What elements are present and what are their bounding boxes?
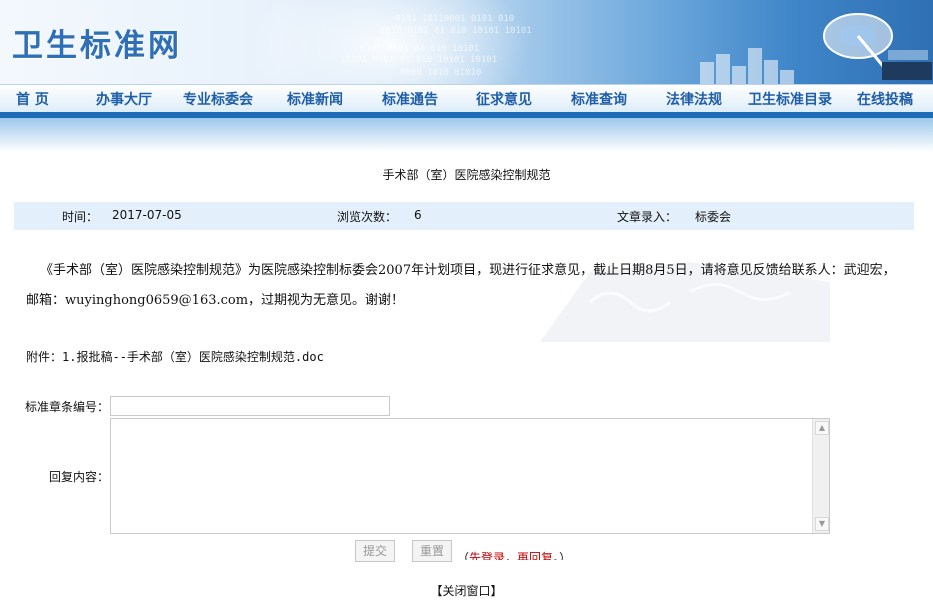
header-banner: 0101 10110001 0101 010 1010 0101 01 010 … [0,0,933,84]
submit-button[interactable]: 提交 [355,540,395,562]
banner-digits: 1010 0101 01 010 10101 10101 [380,26,532,36]
nav-item-submit[interactable]: 在线投稿 [857,89,913,109]
attachment: 附件：1.报批稿--手术部（室）医院感染控制规范.doc [26,348,324,365]
author-value: 标委会 [695,210,732,224]
satellite-dish-icon [823,13,932,80]
main-nav: 首 页 办事大厅 专业标委会 标准新闻 标准通告 征求意见 标准查询 法律法规 … [0,84,933,113]
close-window-link[interactable]: 【关闭窗口】 [0,582,933,599]
article-title: 手术部（室）医院感染控制规范 [382,168,551,182]
time-value: 2017-07-05 [112,208,182,222]
article-meta: 时间： 2017-07-05 浏览次数： 6 文章录入： 标委会 [14,202,914,230]
hint-sep: ， [505,551,518,560]
nav-item-committees[interactable]: 专业标委会 [183,89,253,109]
hint-open: （ [457,551,470,560]
banner-digits: 10101 0101 01 010 10101 10101 [340,55,498,65]
article-body: 《手术部（室）医院感染控制规范》为医院感染控制标委会2007年计划项目，现进行征… [26,263,896,308]
banner-digits: 0000 1010 01010 [400,68,482,78]
login-link[interactable]: 先登录 [469,551,505,560]
clause-number-label: 标准章条编号： [25,400,110,414]
nav-item-news[interactable]: 标准新闻 [287,89,343,109]
banner-digits: 0101 10110001 0101 010 [395,14,515,24]
nav-item-services[interactable]: 办事大厅 [96,89,152,109]
attachment-label: 附件： [26,350,63,364]
textarea-scrollbar[interactable]: ▲ ▼ [812,419,829,533]
skyline-building [700,62,714,84]
time-label: 时间： [62,210,99,224]
reply-content-textarea[interactable]: ▲ ▼ [110,418,830,534]
nav-item-search[interactable]: 标准查询 [571,89,627,109]
skyline-building [716,54,730,84]
nav-item-home[interactable]: 首 页 [16,89,49,109]
scroll-down-icon[interactable]: ▼ [815,517,829,531]
banner-digits: 0101 0101 01 010 10101 [360,44,480,54]
attachment-link[interactable]: 1.报批稿--手术部（室）医院感染控制规范.doc [62,350,324,364]
skyline-building [780,70,794,84]
reset-button[interactable]: 重置 [412,540,452,562]
clause-number-input[interactable] [110,396,390,416]
views-value: 6 [414,208,422,222]
skyline-building [748,48,762,84]
reply-link[interactable]: 再回复 [517,551,553,560]
gradient-band [0,118,933,152]
login-hint: （先登录，再回复。） [457,549,587,560]
views-label: 浏览次数： [337,210,398,224]
reply-content-label: 回复内容： [49,470,110,484]
nav-item-comments[interactable]: 征求意见 [476,89,532,109]
site-logo[interactable]: 卫生标准网 [12,20,182,65]
nav-item-catalog[interactable]: 卫生标准目录 [748,89,832,109]
hint-close: 。） [553,551,572,560]
banner-glow [250,0,530,84]
skyline-building [732,66,746,84]
author-label: 文章录入： [617,210,678,224]
nav-item-laws[interactable]: 法律法规 [666,89,722,109]
scroll-up-icon[interactable]: ▲ [815,421,829,435]
nav-item-notices[interactable]: 标准通告 [382,89,438,109]
skyline-building [764,60,778,84]
